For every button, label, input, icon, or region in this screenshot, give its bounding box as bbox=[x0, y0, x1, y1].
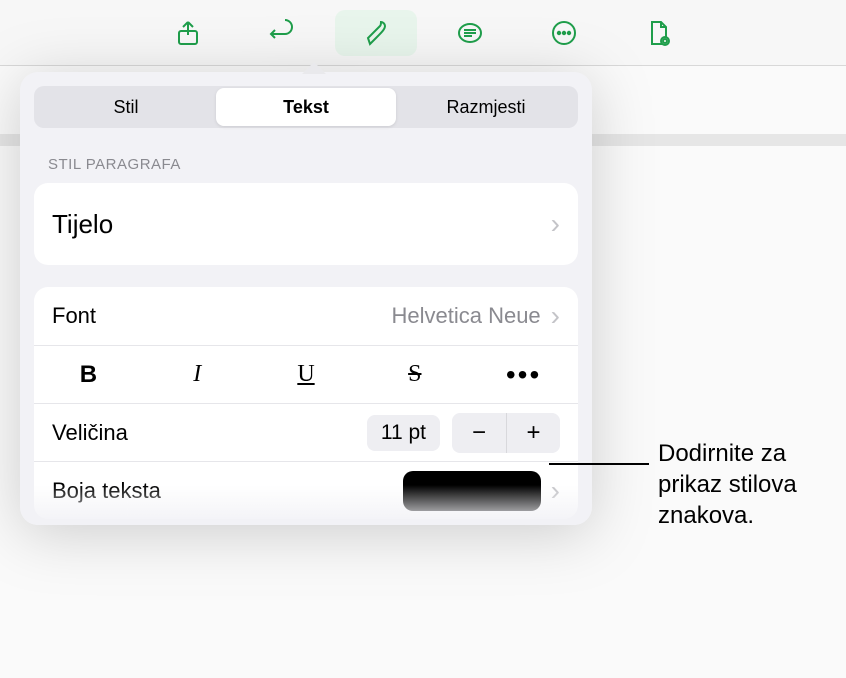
size-decrease-button[interactable]: − bbox=[452, 413, 506, 453]
chevron-right-icon: › bbox=[551, 302, 560, 330]
size-label: Veličina bbox=[52, 420, 128, 446]
section-header-paragraph-style: STIL PARAGRAFA bbox=[48, 156, 564, 173]
strikethrough-button[interactable]: S bbox=[360, 346, 469, 403]
format-button[interactable] bbox=[335, 10, 417, 56]
more-button[interactable] bbox=[523, 10, 605, 56]
text-style-row: B I U S ••• bbox=[34, 345, 578, 403]
text-color-label: Boja teksta bbox=[52, 478, 161, 504]
size-increase-button[interactable]: + bbox=[506, 413, 560, 453]
tab-segmented-control: Stil Tekst Razmjesti bbox=[34, 86, 578, 128]
tab-style[interactable]: Stil bbox=[36, 88, 216, 126]
underline-button[interactable]: U bbox=[252, 346, 361, 403]
document-button[interactable] bbox=[617, 10, 699, 56]
popover-arrow bbox=[302, 62, 326, 74]
top-toolbar bbox=[0, 0, 846, 66]
paragraph-style-value: Tijelo bbox=[52, 209, 113, 240]
paragraph-style-row[interactable]: Tijelo › bbox=[34, 183, 578, 265]
insert-button[interactable] bbox=[429, 10, 511, 56]
chevron-right-icon: › bbox=[551, 477, 560, 505]
tab-arrange[interactable]: Razmjesti bbox=[396, 88, 576, 126]
font-label: Font bbox=[52, 303, 96, 329]
font-card: Font Helvetica Neue › B I U S ••• Veliči… bbox=[34, 287, 578, 519]
font-row[interactable]: Font Helvetica Neue › bbox=[34, 287, 578, 345]
share-button[interactable] bbox=[147, 10, 229, 56]
more-text-styles-button[interactable]: ••• bbox=[469, 346, 578, 403]
format-popover: Stil Tekst Razmjesti STIL PARAGRAFA Tije… bbox=[20, 72, 592, 525]
size-value[interactable]: 11 pt bbox=[367, 415, 440, 451]
bold-button[interactable]: B bbox=[34, 346, 143, 403]
size-stepper: − + bbox=[452, 413, 560, 453]
text-color-swatch[interactable] bbox=[403, 471, 541, 511]
size-row: Veličina 11 pt − + bbox=[34, 403, 578, 461]
paragraph-style-card: Tijelo › bbox=[34, 183, 578, 265]
italic-button[interactable]: I bbox=[143, 346, 252, 403]
callout-text: Dodirnite za prikaz stilova znakova. bbox=[658, 438, 838, 532]
undo-button[interactable] bbox=[241, 10, 323, 56]
tab-text[interactable]: Tekst bbox=[216, 88, 396, 126]
font-value: Helvetica Neue bbox=[391, 303, 540, 329]
chevron-right-icon: › bbox=[551, 210, 560, 238]
text-color-row[interactable]: Boja teksta › bbox=[34, 461, 578, 519]
callout-leader-line bbox=[549, 463, 649, 465]
